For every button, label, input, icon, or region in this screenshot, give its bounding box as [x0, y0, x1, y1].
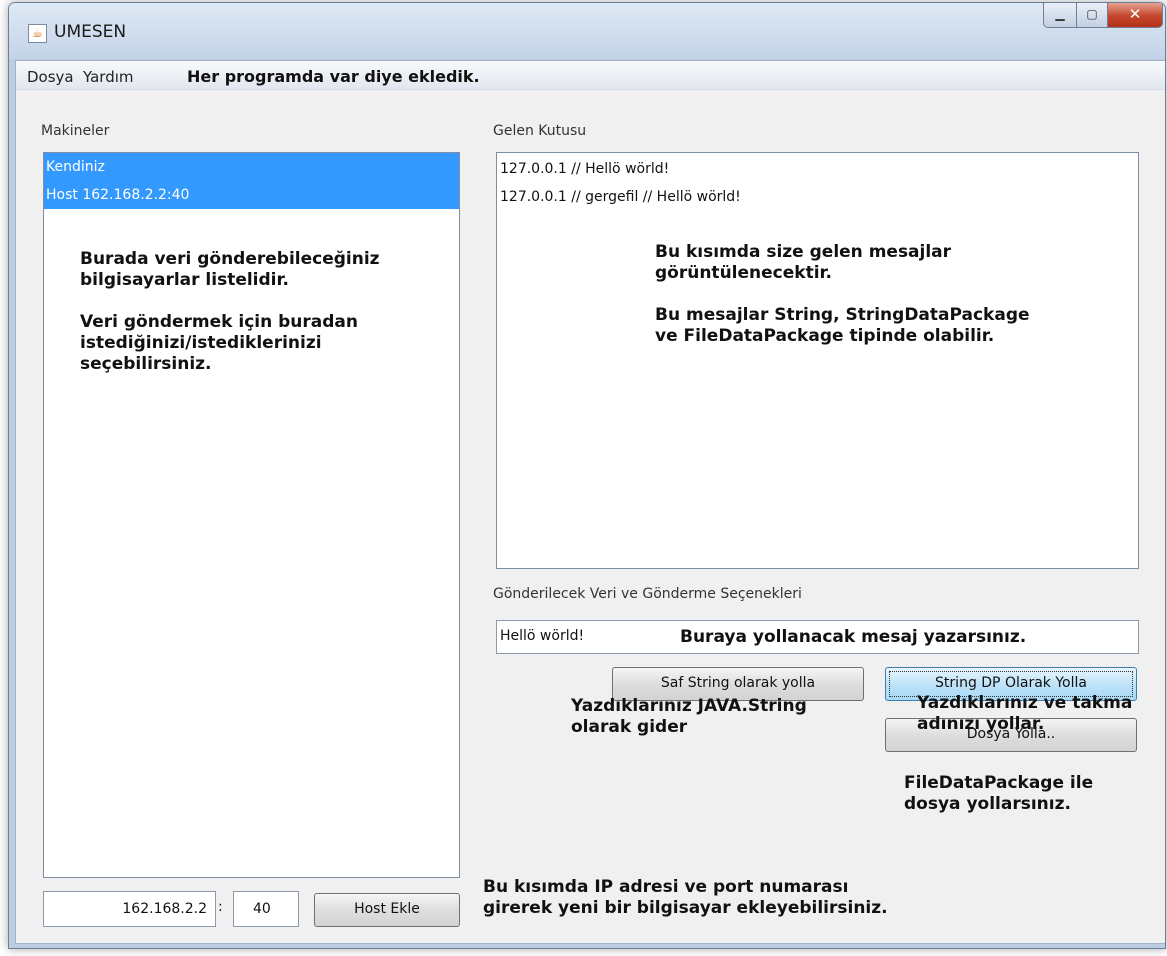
close-button[interactable]: ✕	[1108, 3, 1163, 28]
send-raw-annotation: Yazdıklarınız JAVA.String olarak gider	[571, 696, 807, 737]
host-annotation: Bu kısımda IP adresi ve port numarası gi…	[483, 877, 888, 918]
host-ip-field[interactable]: 162.168.2.2	[43, 891, 216, 927]
minimize-button[interactable]: ▁	[1043, 3, 1077, 28]
app-window: ☕ UMESEN ▁ ▢ ✕ Dosya Yardım Her programd…	[8, 2, 1166, 949]
send-dp-annotation: Yazdıklarınız ve takma adınızı yollar.	[917, 693, 1133, 734]
send-file-annotation: FileDataPackage ile dosya yollarsınız.	[904, 773, 1094, 814]
menu-bar: Dosya Yardım Her programda var diye ekle…	[16, 61, 1165, 90]
inbox-message[interactable]: 127.0.0.1 // Hellö wörld!	[497, 155, 1138, 183]
inbox-message[interactable]: 127.0.0.1 // gergefil // Hellö wörld!	[497, 183, 1138, 211]
add-host-button[interactable]: Host Ekle	[314, 893, 460, 927]
title-bar[interactable]: ☕ UMESEN ▁ ▢ ✕	[9, 3, 1165, 59]
java-app-icon: ☕	[28, 24, 47, 43]
window-title: UMESEN	[54, 22, 127, 42]
machines-annotation: Burada veri gönderebileceğiniz bilgisaya…	[80, 249, 380, 374]
inbox-panel[interactable]: 127.0.0.1 // Hellö wörld! 127.0.0.1 // g…	[496, 152, 1139, 569]
menu-dosya[interactable]: Dosya	[27, 68, 74, 86]
maximize-button[interactable]: ▢	[1077, 3, 1108, 28]
ip-port-separator: :	[218, 899, 223, 915]
send-section-label: Gönderilecek Veri ve Gönderme Seçenekler…	[493, 586, 802, 602]
machine-item-host[interactable]: Host 162.168.2.2:40	[44, 181, 459, 209]
host-port-value: 40	[253, 901, 271, 917]
message-input-value: Hellö wörld!	[500, 628, 585, 644]
host-ip-value: 162.168.2.2	[122, 901, 207, 917]
inbox-label: Gelen Kutusu	[493, 123, 587, 139]
menu-annotation: Her programda var diye ekledik.	[187, 67, 480, 86]
window-controls: ▁ ▢ ✕	[1043, 3, 1163, 28]
inbox-annotation: Bu kısımda size gelen mesajlar görüntüle…	[655, 242, 1030, 346]
window-client-area: Dosya Yardım Her programda var diye ekle…	[15, 60, 1165, 944]
message-input-annotation: Buraya yollanacak mesaj yazarsınız.	[680, 627, 1027, 647]
menu-yardim[interactable]: Yardım	[83, 68, 134, 86]
host-port-field[interactable]: 40	[233, 891, 299, 927]
machine-item-self[interactable]: Kendiniz	[44, 153, 459, 181]
machines-label: Makineler	[41, 123, 110, 139]
